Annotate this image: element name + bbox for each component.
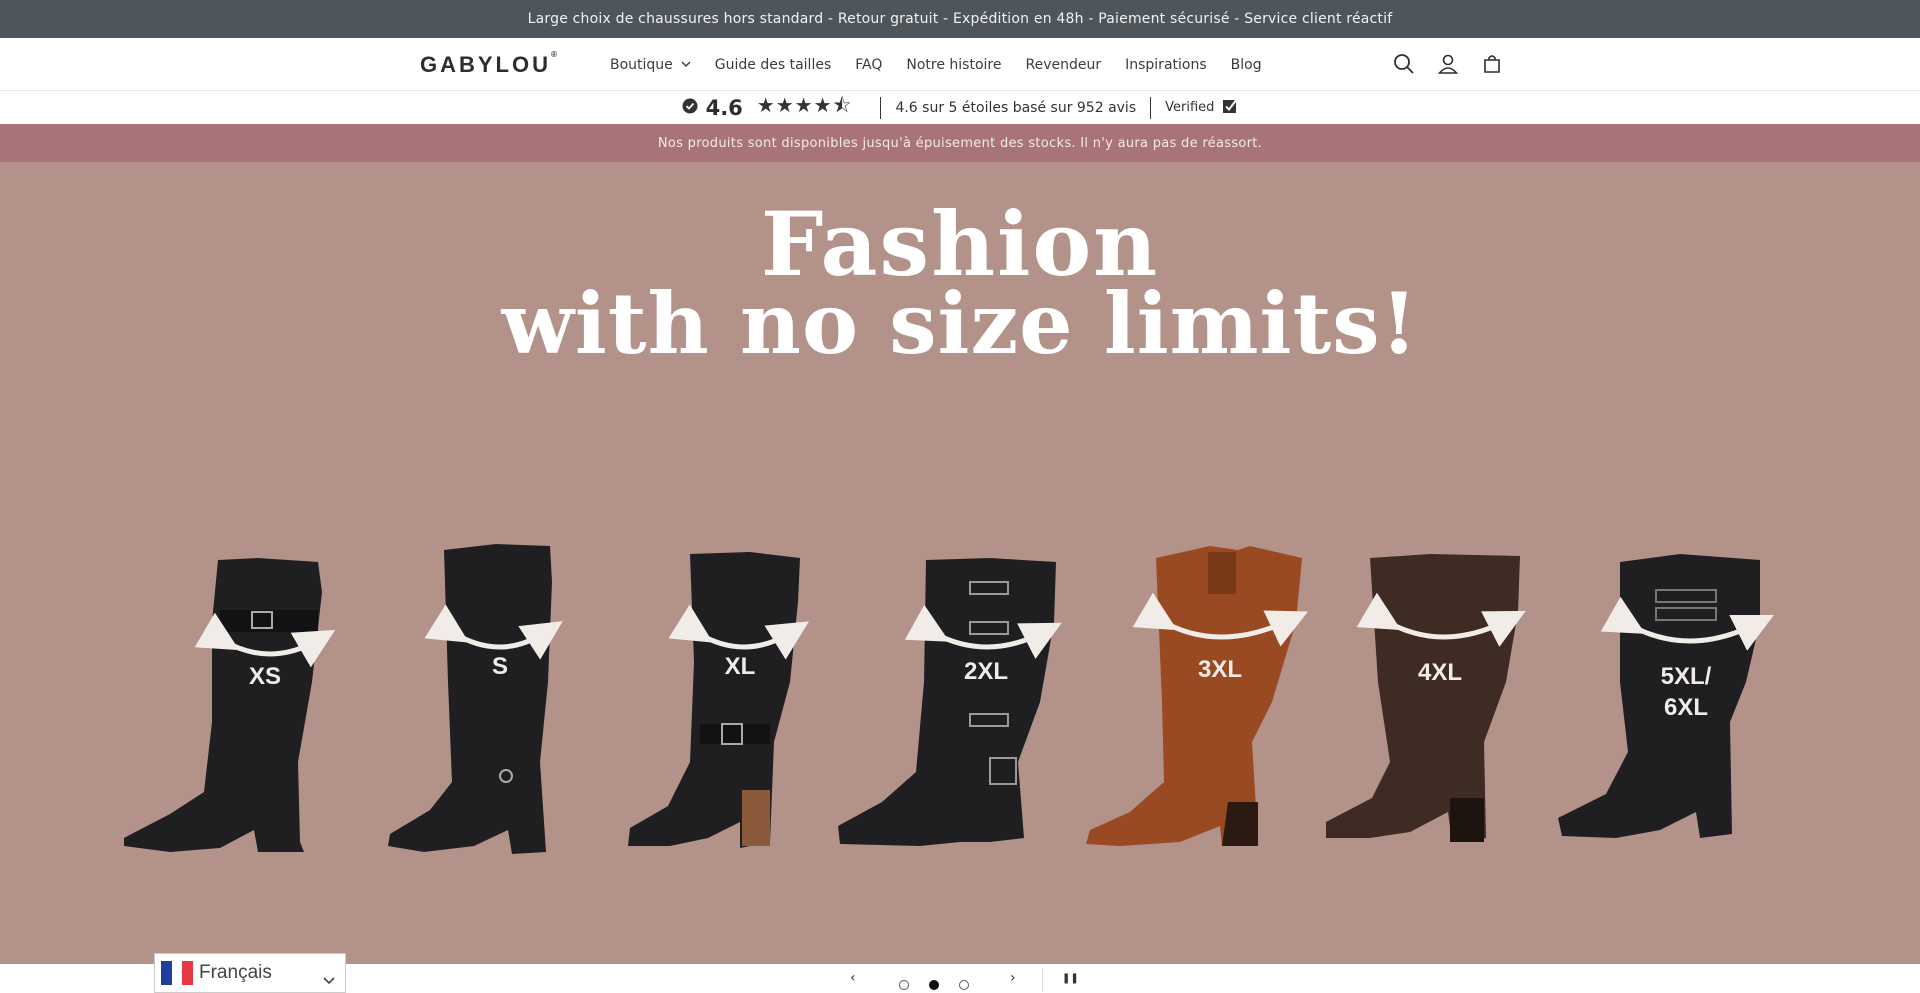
nav-item-label: FAQ — [855, 56, 883, 73]
rating-score: 4.6 — [705, 95, 743, 120]
stock-notice-text: Nos produits sont disponibles jusqu'à ép… — [657, 135, 1263, 151]
nav-item-reseller[interactable]: Revendeur — [1025, 57, 1101, 73]
announcement-bar: Large choix de chaussures hors standard … — [0, 0, 1920, 38]
nav-item-label: Blog — [1230, 56, 1262, 73]
nav-item-label: Inspirations — [1125, 56, 1207, 73]
hero-slideshow: Fashion with no size limits! XS S XL 2XL… — [0, 162, 1920, 964]
nav-item-blog[interactable]: Blog — [1231, 57, 1262, 73]
size-label-5xl: 5XL/ — [1661, 663, 1712, 690]
nav-item-label: Notre histoire — [906, 56, 1002, 73]
boot-xs: XS — [124, 558, 336, 852]
chevron-down-icon — [681, 60, 691, 71]
previous-slide-button[interactable]: ‹ — [850, 970, 856, 986]
search-icon[interactable] — [1390, 50, 1418, 78]
nav-item-boutique[interactable]: Boutique — [610, 57, 691, 73]
size-label-xl: XL — [725, 653, 756, 680]
boot-2xl: 2XL — [838, 558, 1062, 846]
nav-item-label: Guide des tailles — [714, 56, 832, 73]
cart-icon[interactable] — [1478, 50, 1506, 78]
header-icons — [1390, 50, 1506, 78]
pause-slideshow-button[interactable]: ❚❚ — [1062, 973, 1079, 984]
size-label-xs: XS — [249, 663, 281, 690]
nav-item-faq[interactable]: FAQ — [855, 57, 882, 73]
boot-4xl: 4XL — [1326, 554, 1526, 842]
boot-5xl-6xl: 5XL/ 6XL — [1558, 554, 1774, 838]
boot-s: S — [388, 544, 563, 854]
boot-3xl: 3XL — [1086, 546, 1309, 846]
main-nav: Boutique Guide des tailles FAQ Notre his… — [610, 38, 1286, 91]
chevron-down-icon — [323, 969, 335, 991]
nav-item-our-story[interactable]: Notre histoire — [906, 57, 1001, 73]
size-label-2xl: 2XL — [964, 658, 1008, 685]
announcement-text: Large choix de chaussures hors standard … — [527, 11, 1393, 27]
divider — [880, 96, 882, 119]
boot-xl: XL — [628, 552, 809, 848]
slide-dot-2[interactable] — [929, 980, 939, 990]
divider — [1150, 96, 1152, 119]
nav-item-size-guide[interactable]: Guide des tailles — [715, 57, 831, 73]
logo-registered-mark: ® — [551, 50, 557, 59]
nav-item-inspirations[interactable]: Inspirations — [1125, 57, 1207, 73]
france-flag-icon — [161, 961, 194, 985]
size-label-3xl: 3XL — [1198, 656, 1242, 683]
size-label-s: S — [492, 653, 508, 680]
boot-size-lineup-image: XS S XL 2XL 3XL 4XL 5XL/ 6XL — [124, 544, 1774, 854]
size-label-4xl: 4XL — [1418, 659, 1462, 686]
nav-item-label: Revendeur — [1025, 56, 1102, 73]
account-icon[interactable] — [1434, 50, 1462, 78]
rating-stars-icon: ★★★★⯪ — [756, 92, 853, 117]
divider — [1042, 968, 1043, 992]
verified-check-icon — [682, 98, 698, 118]
next-slide-button[interactable]: › — [1010, 970, 1016, 986]
site-header: GABYLOU® Boutique Guide des tailles FAQ … — [0, 38, 1920, 91]
verified-badge-icon — [1222, 97, 1239, 118]
rating-summary: 4.6 sur 5 étoiles basé sur 952 avis — [895, 99, 1137, 116]
nav-item-label: Boutique — [610, 56, 673, 73]
slide-dot-1[interactable] — [899, 980, 909, 990]
size-label-6xl: 6XL — [1664, 694, 1708, 721]
stock-notice-bar: Nos produits sont disponibles jusqu'à ép… — [0, 124, 1920, 162]
verified-label: Verified — [1165, 100, 1215, 115]
logo[interactable]: GABYLOU® — [420, 50, 557, 78]
language-label: Français — [199, 962, 272, 983]
reviews-bar[interactable]: 4.6 ★★★★⯪ 4.6 sur 5 étoiles basé sur 952… — [0, 91, 1920, 124]
slide-dot-3[interactable] — [959, 980, 969, 990]
language-selector[interactable]: Français — [154, 953, 346, 993]
logo-text: GABYLOU — [420, 52, 551, 77]
